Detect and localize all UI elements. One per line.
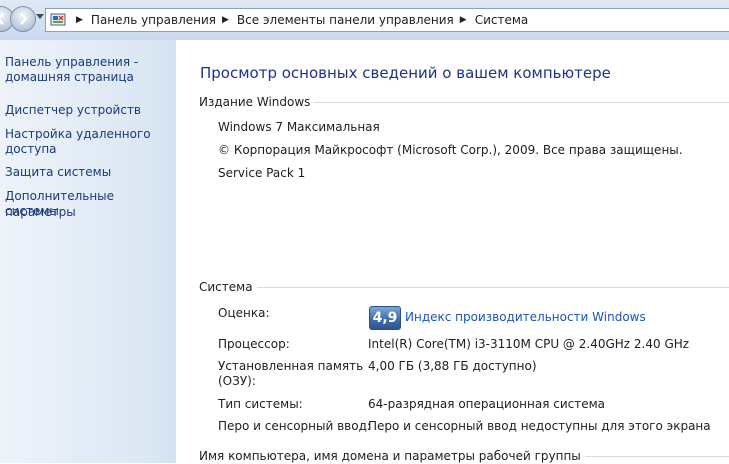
address-bar[interactable]: ▶ Панель управления ▶ Все элементы панел… (45, 8, 729, 32)
memory-value: 4,00 ГБ (3,88 ГБ доступно) (368, 359, 537, 373)
arrow-left-icon (0, 13, 4, 25)
section-title: Система (199, 280, 253, 294)
main-content: Просмотр основных сведений о вашем компь… (176, 40, 729, 463)
sidebar-item-device-manager[interactable]: Диспетчер устройств (5, 102, 173, 118)
edition-name: Windows 7 Максимальная (218, 120, 380, 134)
section-header-computer-name: Имя компьютера, имя домена и параметры р… (199, 448, 729, 464)
processor-label: Процессор: (218, 337, 290, 351)
breadcrumb-separator-icon[interactable]: ▶ (460, 15, 467, 25)
breadcrumb-control-panel[interactable]: Панель управления (91, 13, 216, 27)
section-divider (584, 455, 729, 457)
processor-value: Intel(R) Core(TM) i3-3110M CPU @ 2.40GHz… (368, 337, 690, 351)
performance-index-link[interactable]: Индекс производительности Windows (405, 310, 646, 324)
sidebar-item-system-protection[interactable]: Защита системы (5, 164, 173, 180)
navigation-bar: ▶ Панель управления ▶ Все элементы панел… (0, 0, 729, 40)
section-title: Издание Windows (199, 95, 311, 109)
sidebar-item-advanced-settings-line2[interactable]: системы (5, 203, 173, 219)
pen-touch-label: Перо и сенсорный ввод: (218, 419, 371, 433)
breadcrumb-system[interactable]: Система (475, 13, 529, 27)
breadcrumb-separator-icon[interactable]: ▶ (222, 15, 229, 25)
performance-rating-badge[interactable]: 4,9 (369, 306, 401, 330)
memory-label-line2: (ОЗУ): (218, 374, 256, 388)
recent-pages-dropdown-icon[interactable] (36, 14, 44, 20)
copyright-text: © Корпорация Майкрософт (Microsoft Corp.… (218, 143, 683, 157)
service-pack: Service Pack 1 (218, 166, 306, 180)
system-type-label: Тип системы: (218, 397, 303, 411)
sidebar-item-remote-settings-line2[interactable]: доступа (5, 141, 173, 157)
page-title: Просмотр основных сведений о вашем компь… (200, 64, 611, 82)
section-divider (256, 286, 729, 288)
forward-button[interactable] (10, 6, 36, 32)
memory-label: Установленная память (218, 359, 364, 373)
section-divider (314, 101, 729, 103)
breadcrumb-all-items[interactable]: Все элементы панели управления (237, 13, 454, 27)
section-header-system: Система (199, 279, 729, 295)
control-panel-icon (50, 13, 66, 26)
arrow-right-icon (20, 13, 28, 25)
section-title: Имя компьютера, имя домена и параметры р… (199, 449, 581, 463)
section-header-edition: Издание Windows (199, 94, 729, 110)
sidebar-item-control-panel-home-line2[interactable]: домашняя страница (5, 69, 173, 85)
pen-touch-value: Перо и сенсорный ввод недоступны для это… (368, 419, 711, 433)
sidebar: Панель управления - домашняя страница Ди… (0, 40, 176, 463)
sidebar-item-remote-settings[interactable]: Настройка удаленного (5, 126, 173, 142)
rating-label: Оценка: (218, 306, 270, 320)
sidebar-item-control-panel-home[interactable]: Панель управления - (5, 54, 173, 70)
system-type-value: 64-разрядная операционная система (368, 397, 606, 411)
breadcrumb-separator-icon[interactable]: ▶ (76, 15, 83, 25)
